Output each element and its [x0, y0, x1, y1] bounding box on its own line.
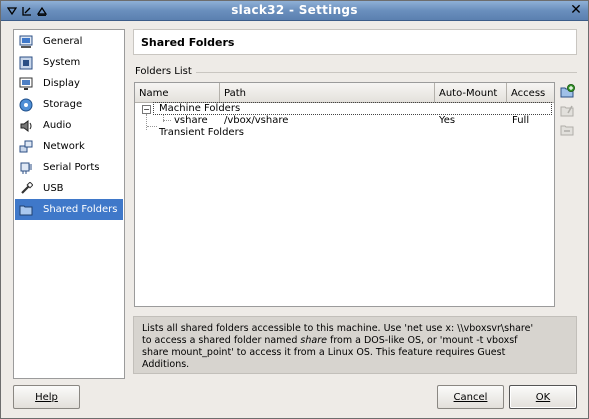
info-line: to access a shared folder named share fr… [142, 335, 518, 346]
window-title: slack32 - Settings [231, 3, 358, 17]
sidebar-item-label: Shared Folders [43, 204, 118, 215]
column-header-auto-mount[interactable]: Auto-Mount [435, 83, 507, 103]
shared-folder-icon [18, 202, 34, 218]
audio-icon [18, 118, 34, 134]
add-folder-button[interactable] [559, 84, 575, 102]
info-line: Additions. [142, 359, 190, 370]
table-row[interactable]: vshare /vbox/vshare Yes Full [135, 115, 554, 127]
sidebar-item-shared-folders[interactable]: Shared Folders [15, 199, 123, 220]
sidebar-item-display[interactable]: Display [15, 73, 123, 94]
page-header: Shared Folders [133, 29, 577, 55]
storage-icon [18, 97, 34, 113]
sidebar-item-storage[interactable]: Storage [15, 94, 123, 115]
column-header-name[interactable]: Name [135, 83, 220, 103]
sidebar-item-network[interactable]: Network [15, 136, 123, 157]
display-icon [18, 76, 34, 92]
remove-folder-icon [560, 122, 575, 140]
sidebar-item-label: USB [43, 183, 64, 194]
section-divider [196, 72, 577, 73]
sidebar-item-label: Storage [43, 99, 83, 110]
group-label: Machine Folders [159, 103, 241, 114]
sidebar-item-label: Audio [43, 120, 72, 131]
sidebar-item-label: Display [43, 78, 80, 89]
sidebar-item-audio[interactable]: Audio [15, 115, 123, 136]
network-icon [18, 139, 34, 155]
help-description: Lists all shared folders accessible to t… [133, 316, 577, 374]
collapse-icon[interactable]: − [142, 105, 151, 114]
usb-icon [18, 181, 34, 197]
sidebar-item-label: Network [43, 141, 85, 152]
cell-path: /vbox/vshare [224, 115, 289, 126]
group-label: Transient Folders [159, 127, 244, 138]
cancel-button-label: Cancel [453, 391, 488, 403]
sidebar-item-usb[interactable]: USB [15, 178, 123, 199]
cell-access: Full [512, 115, 530, 126]
ok-button-label: OK [535, 391, 551, 403]
sidebar-item-general[interactable]: General [15, 31, 123, 52]
folders-tree[interactable]: Name Path Auto-Mount Access − Machine Fo… [134, 82, 555, 307]
cell-name: vshare [174, 115, 208, 126]
cancel-button[interactable]: Cancel [437, 385, 504, 409]
serial-port-icon [18, 160, 34, 176]
sidebar-item-label: Serial Ports [43, 162, 100, 173]
tree-group-row[interactable]: Transient Folders [135, 127, 554, 139]
add-folder-icon [560, 84, 575, 102]
edit-folder-icon [560, 103, 575, 121]
system-icon [18, 55, 34, 71]
ok-button[interactable]: OK [509, 385, 577, 409]
close-icon[interactable]: ✕ [569, 3, 583, 17]
edit-folder-button[interactable] [559, 104, 575, 120]
sidebar-item-system[interactable]: System [15, 52, 123, 73]
page-title: Shared Folders [141, 36, 235, 49]
help-button[interactable]: Help [13, 385, 80, 409]
sidebar-item-label: General [43, 36, 83, 47]
table-header: Name Path Auto-Mount Access [135, 83, 554, 103]
remove-folder-button[interactable] [559, 123, 575, 139]
help-button-label: Help [35, 391, 58, 403]
settings-window: slack32 - Settings ✕ General System Disp… [0, 0, 589, 419]
info-line: Lists all shared folders accessible to t… [142, 323, 534, 334]
tree-group-row[interactable]: − Machine Folders [135, 102, 554, 115]
general-icon [18, 34, 34, 50]
column-header-path[interactable]: Path [220, 83, 435, 103]
sidebar-item-serial-ports[interactable]: Serial Ports [15, 157, 123, 178]
cell-auto-mount: Yes [439, 115, 456, 126]
info-line: share mount_point' to access it from a L… [142, 347, 506, 358]
sidebar-item-label: System [43, 57, 81, 68]
folders-list-label: Folders List [135, 66, 192, 77]
settings-sidebar: General System Display Storage Audio Net… [13, 29, 125, 379]
column-header-access[interactable]: Access [507, 83, 554, 103]
title-bar[interactable]: slack32 - Settings ✕ [1, 1, 588, 21]
